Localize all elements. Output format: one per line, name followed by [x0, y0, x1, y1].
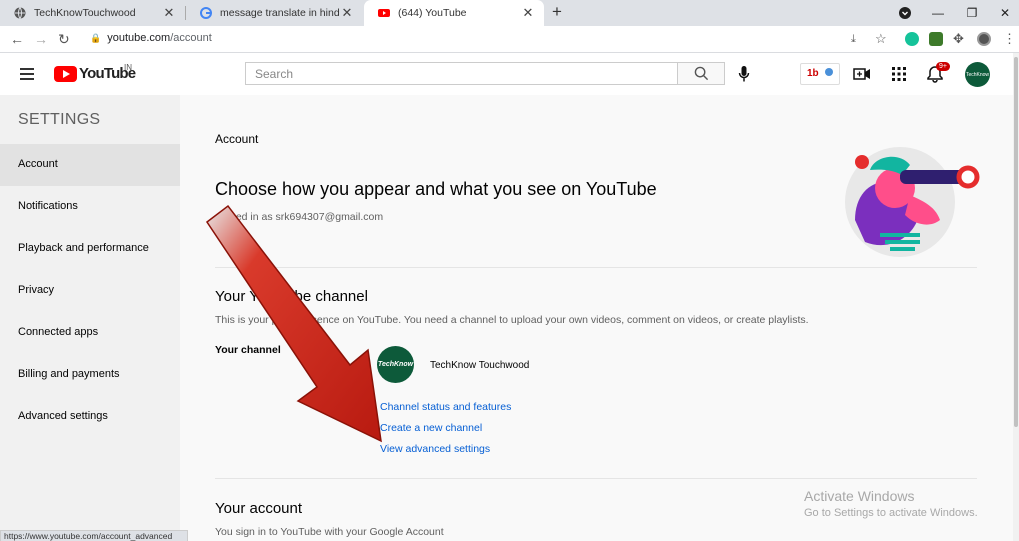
close-icon[interactable]: ✕	[161, 5, 177, 21]
back-icon[interactable]: ←	[10, 31, 24, 47]
create-video-icon[interactable]	[853, 65, 871, 83]
channel-desc-start: This is your p	[215, 314, 278, 326]
channel-desc-end: presence on YouTube. You need a channel …	[296, 314, 809, 326]
sidebar-item-billing[interactable]: Billing and payments	[0, 354, 180, 396]
microphone-icon[interactable]	[738, 65, 750, 83]
tab-youtube[interactable]: (644) YouTube ✕	[364, 0, 544, 26]
section-divider	[215, 478, 977, 479]
reload-icon[interactable]: ↻	[58, 31, 70, 48]
channel-description: This is your p presence on YouTube. You n…	[215, 314, 809, 326]
grammarly-icon[interactable]	[905, 32, 919, 46]
scrollbar-thumb[interactable]	[1014, 57, 1018, 427]
close-icon[interactable]: ✕	[339, 5, 355, 21]
restore-icon[interactable]: ❐	[955, 0, 989, 26]
sidebar-item-account[interactable]: Account	[0, 144, 180, 186]
signed-in-text: ned in as srk694307@gmail.com	[230, 211, 384, 223]
account-heading: Your account	[215, 500, 303, 517]
tab-techknow[interactable]: TechKnowTouchwood ✕	[0, 0, 185, 26]
channel-name: TechKnow Touchwood	[430, 360, 530, 371]
telescope-illustration	[845, 147, 980, 257]
channel-heading-start: Your Yo	[215, 288, 267, 305]
section-divider	[215, 267, 977, 268]
channel-heading: Your Yo ube channel	[215, 288, 368, 305]
your-channel-label: Your channel	[215, 344, 281, 356]
hamburger-menu-icon[interactable]	[20, 68, 34, 80]
status-dot-icon	[824, 68, 833, 76]
new-tab-button[interactable]: +	[552, 2, 562, 22]
minimize-icon[interactable]: —	[921, 0, 955, 26]
url-field[interactable]: 🔒 youtube.com/account	[90, 32, 212, 44]
notification-badge: 9+	[936, 62, 950, 71]
youtube-header: YouTube IN Search 1b 9+ TechKnow	[0, 53, 1019, 95]
google-icon	[200, 7, 212, 19]
install-icon[interactable]: ⤓	[851, 33, 856, 46]
tab-title: TechKnowTouchwood	[34, 7, 136, 19]
url-host: youtube.com	[107, 32, 171, 44]
close-icon[interactable]: ✕	[520, 5, 536, 21]
sidebar-item-playback[interactable]: Playback and performance	[0, 228, 180, 270]
apps-grid-icon[interactable]	[890, 65, 908, 83]
channel-status-link[interactable]: Channel status and features	[380, 401, 511, 413]
settings-main: Account Choose how you appear and what y…	[180, 95, 1019, 541]
channel-heading-end: ube channel	[286, 288, 368, 305]
page-title: Choose how you appear and what you see o…	[215, 179, 657, 199]
avatar[interactable]: TechKnow	[965, 62, 990, 87]
tab-search-icon[interactable]	[888, 0, 922, 26]
address-bar: ← → ↻ 🔒 youtube.com/account ⤓ ☆ ✥ ⋮	[0, 26, 1019, 53]
extension-label: 1b	[807, 68, 819, 79]
country-code: IN	[124, 63, 132, 72]
page-scrollbar[interactable]	[1013, 53, 1019, 541]
bookmark-star-icon[interactable]: ☆	[875, 31, 887, 47]
lock-icon: 🔒	[90, 33, 102, 43]
status-bar-url: https://www.youtube.com/account_advanced	[0, 530, 188, 541]
tab-google[interactable]: message translate in hindi - Goo ✕	[186, 0, 363, 26]
youtube-play-icon	[54, 65, 77, 82]
activate-windows-subtitle: Go to Settings to activate Windows.	[804, 507, 978, 519]
sidebar-item-notifications[interactable]: Notifications	[0, 186, 180, 228]
browser-tab-strip: TechKnowTouchwood ✕ message translate in…	[0, 0, 1019, 26]
profile-icon[interactable]	[977, 32, 991, 46]
search-icon	[694, 66, 708, 81]
youtube-icon	[378, 9, 390, 17]
globe-icon	[14, 7, 26, 19]
sidebar-item-connected-apps[interactable]: Connected apps	[0, 312, 180, 354]
create-channel-link[interactable]: Create a new channel	[380, 422, 482, 434]
forward-icon[interactable]: →	[34, 31, 48, 47]
sidebar-item-advanced[interactable]: Advanced settings	[0, 396, 180, 438]
activate-windows-title: Activate Windows	[804, 488, 915, 504]
advanced-settings-link[interactable]: View advanced settings	[380, 443, 490, 455]
menu-dots-icon[interactable]: ⋮	[1003, 31, 1016, 47]
sidebar-title: SETTINGS	[18, 111, 101, 128]
url-path: /account	[170, 32, 212, 44]
extensions-puzzle-icon[interactable]: ✥	[953, 31, 964, 47]
extension-green-icon[interactable]	[929, 32, 943, 46]
search-input[interactable]: Search	[245, 62, 677, 85]
account-description: You sign in to YouTube with your Google …	[215, 526, 444, 538]
tab-title: (644) YouTube	[398, 7, 467, 19]
extension-button[interactable]: 1b	[800, 63, 840, 85]
search-button[interactable]	[677, 62, 725, 85]
sidebar-item-privacy[interactable]: Privacy	[0, 270, 180, 312]
channel-avatar: TechKnow	[377, 346, 414, 383]
tab-title: message translate in hindi - Goo	[220, 7, 339, 19]
section-label: Account	[215, 132, 259, 146]
settings-sidebar: SETTINGS Account Notifications Playback …	[0, 95, 180, 541]
youtube-logo[interactable]: YouTube IN	[54, 63, 136, 82]
close-window-icon[interactable]: ✕	[988, 0, 1019, 26]
